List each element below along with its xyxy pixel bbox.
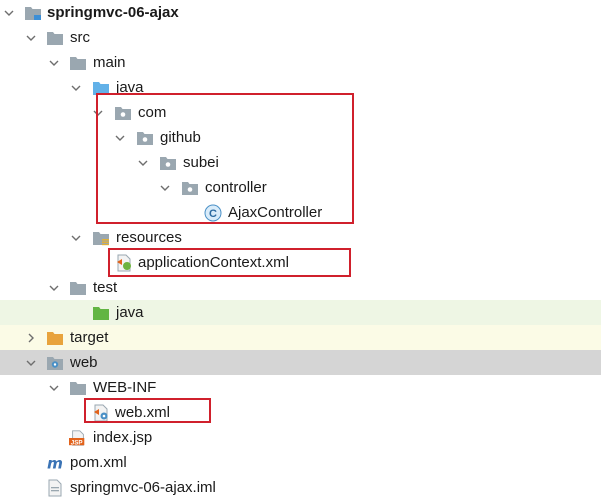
tree-item-label: target xyxy=(70,329,109,346)
folder-icon xyxy=(69,54,87,72)
tree-item-label: applicationContext.xml xyxy=(138,254,289,271)
jsp-file-icon: JSP xyxy=(69,429,87,447)
folder-icon xyxy=(69,279,87,297)
package-icon xyxy=(114,104,132,122)
tree-item-label: web xyxy=(70,354,98,371)
java-class-icon: C xyxy=(204,204,222,222)
tree-item-target[interactable]: target xyxy=(0,325,601,350)
iml-file-icon xyxy=(46,479,64,497)
chevron-down-icon[interactable] xyxy=(48,382,60,394)
chevron-down-icon[interactable] xyxy=(114,132,126,144)
tree-item-label: github xyxy=(160,129,201,146)
resources-folder-icon xyxy=(92,229,110,247)
maven-pom-icon: m xyxy=(46,454,64,472)
tree-item-label: java xyxy=(116,79,144,96)
test-source-folder-icon xyxy=(92,304,110,322)
tree-item-label: pom.xml xyxy=(70,454,127,471)
tree-item-controller[interactable]: controller xyxy=(0,175,601,200)
tree-item-github[interactable]: github xyxy=(0,125,601,150)
tree-item-web-xml[interactable]: web.xml xyxy=(0,400,601,425)
source-root-folder-icon xyxy=(92,79,110,97)
tree-item-label: test xyxy=(93,279,118,296)
package-icon xyxy=(159,154,177,172)
tree-item-label: WEB-INF xyxy=(93,379,157,396)
chevron-down-icon[interactable] xyxy=(25,357,37,369)
tree-item-label: controller xyxy=(205,179,267,196)
web-xml-file-icon xyxy=(92,404,110,422)
package-icon xyxy=(181,179,199,197)
tree-item-label: com xyxy=(138,104,167,121)
tree-item-label: index.jsp xyxy=(93,429,153,446)
excluded-folder-icon xyxy=(46,329,64,347)
chevron-down-icon[interactable] xyxy=(70,232,82,244)
jsp-badge: JSP xyxy=(71,439,83,446)
chevron-down-icon[interactable] xyxy=(137,157,149,169)
tree-item-label: springmvc-06-ajax.iml xyxy=(70,479,216,496)
chevron-down-icon[interactable] xyxy=(70,82,82,94)
tree-item-label: java xyxy=(116,304,144,321)
class-badge: C xyxy=(209,208,217,220)
tree-item-label: web.xml xyxy=(115,404,171,421)
tree-item-label: main xyxy=(93,54,126,71)
tree-item-test[interactable]: test xyxy=(0,275,601,300)
tree-item-index-jsp[interactable]: JSP index.jsp xyxy=(0,425,601,450)
tree-item-java[interactable]: java xyxy=(0,75,601,100)
chevron-down-icon[interactable] xyxy=(92,107,104,119)
project-tree: springmvc-06-ajax src main java com gith… xyxy=(0,0,601,496)
chevron-down-icon[interactable] xyxy=(159,182,171,194)
web-folder-icon xyxy=(46,354,64,372)
spring-xml-file-icon xyxy=(115,254,133,272)
tree-item-label: src xyxy=(70,29,90,46)
tree-item-src[interactable]: src xyxy=(0,25,601,50)
tree-item-subei[interactable]: subei xyxy=(0,150,601,175)
tree-item-test-java[interactable]: java xyxy=(0,300,601,325)
tree-item-web-inf[interactable]: WEB-INF xyxy=(0,375,601,400)
tree-item-main[interactable]: main xyxy=(0,50,601,75)
tree-item-ajaxcontroller[interactable]: C AjaxController xyxy=(0,200,601,225)
tree-item-web[interactable]: web xyxy=(0,350,601,375)
tree-item-pom-xml[interactable]: m pom.xml xyxy=(0,450,601,475)
folder-icon xyxy=(46,29,64,47)
tree-item-iml[interactable]: springmvc-06-ajax.iml xyxy=(0,475,601,500)
module-folder-icon xyxy=(24,4,42,22)
tree-item-com[interactable]: com xyxy=(0,100,601,125)
tree-item-label: resources xyxy=(116,229,182,246)
chevron-down-icon[interactable] xyxy=(25,32,37,44)
tree-item-resources[interactable]: resources xyxy=(0,225,601,250)
folder-icon xyxy=(69,379,87,397)
chevron-down-icon[interactable] xyxy=(48,57,60,69)
chevron-down-icon[interactable] xyxy=(3,7,15,19)
tree-item-label: springmvc-06-ajax xyxy=(47,4,179,21)
tree-item-label: AjaxController xyxy=(228,204,323,221)
tree-item-springmvc-06-ajax[interactable]: springmvc-06-ajax xyxy=(0,0,601,25)
chevron-right-icon[interactable] xyxy=(25,332,37,344)
pom-badge: m xyxy=(47,454,63,472)
chevron-down-icon[interactable] xyxy=(48,282,60,294)
package-icon xyxy=(136,129,154,147)
tree-item-label: subei xyxy=(183,154,219,171)
tree-item-applicationcontext-xml[interactable]: applicationContext.xml xyxy=(0,250,601,275)
